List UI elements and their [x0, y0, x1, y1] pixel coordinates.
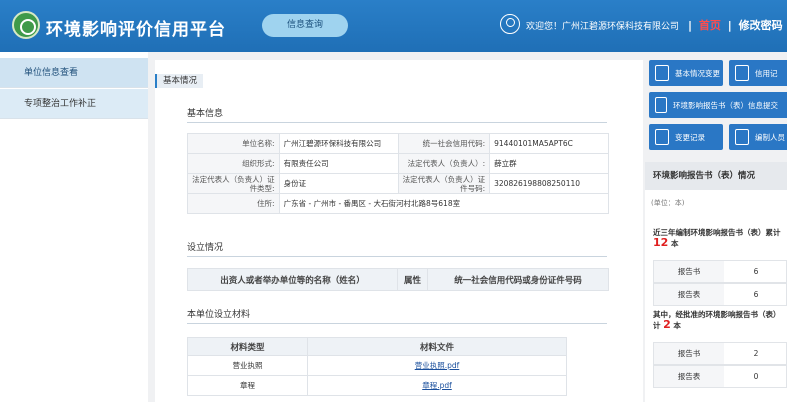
field-label: 单位名称: [187, 133, 280, 154]
materials-title: 本单位设立材料 [187, 310, 251, 320]
field-label: 法定代表人（负责人）证件号码: [397, 173, 491, 194]
field-label: 法定代表人（负责人）: [397, 153, 491, 174]
column-header: 属性 [397, 268, 428, 291]
approved-title: 其中，经批准的环境影响报告书（表） 计 2 本 [653, 310, 781, 331]
divider [187, 256, 607, 257]
stat-row: 报告书 6 [653, 260, 787, 283]
field-value: 广州江碧源环保科技有限公司 [278, 133, 399, 154]
field-value: 身份证 [278, 173, 399, 194]
field-label: 住所: [187, 193, 280, 214]
document-icon [655, 97, 667, 113]
change-record-button[interactable]: 变更记录 [649, 124, 723, 150]
field-value: 薛立群 [489, 153, 609, 174]
list-icon [655, 129, 669, 145]
field-value: 91440101MA5APT6C [489, 133, 609, 154]
table-row: 章程 章程.pdf [187, 375, 567, 396]
column-header: 出资人或者举办单位等的名称（姓名） [187, 268, 398, 291]
materials-table: 材料类型 材料文件 营业执照 营业执照.pdf 章程 章程.pdf [187, 337, 567, 396]
top-header: 环境影响评价信用平台 信息查询 欢迎您！广州江碧源环保科技有限公司 | 首页 |… [0, 0, 787, 52]
sidebar-item-rectification[interactable]: 专项整治工作补正 [0, 89, 148, 119]
sidebar: 单位信息查看 专项整治工作补正 [0, 52, 148, 402]
three-year-count: 12 [653, 236, 669, 249]
establishment-title: 设立情况 [187, 243, 224, 253]
investor-table: 出资人或者举办单位等的名称（姓名） 属性 统一社会信用代码或身份证件号码 [187, 268, 609, 291]
search-user-icon [735, 65, 749, 81]
material-type: 营业执照 [187, 355, 308, 376]
divider [187, 323, 607, 324]
approved-count: 2 [663, 318, 671, 331]
editor-staff-button[interactable]: 编制人员 [729, 124, 787, 150]
app-title: 环境影响评价信用平台 [46, 20, 226, 40]
file-link-license[interactable]: 营业执照.pdf [415, 361, 460, 370]
stat-row: 报告表 0 [653, 365, 787, 388]
basic-change-button[interactable]: 基本情况变更 [649, 60, 723, 86]
field-label: 法定代表人（负责人）证件类型: [187, 173, 280, 194]
table-row: 组织形式: 有限责任公司 法定代表人（负责人）: 薛立群 [187, 153, 609, 174]
table-row: 法定代表人（负责人）证件类型: 身份证 法定代表人（负责人）证件号码: 3208… [187, 173, 609, 194]
column-header: 材料类型 [187, 337, 308, 356]
report-submit-button[interactable]: 环境影响报告书（表）信息提交 [649, 92, 787, 118]
divider [187, 122, 607, 123]
main-panel: 基本情况 基本信息 单位名称: 广州江碧源环保科技有限公司 统一社会信用代码: … [155, 60, 643, 402]
user-avatar-icon [500, 14, 520, 34]
file-link-charter[interactable]: 章程.pdf [422, 381, 452, 390]
platform-logo-icon [12, 11, 40, 39]
info-query-button[interactable]: 信息查询 [262, 14, 348, 37]
header-nav: | 首页 | 修改密码 | 退 [688, 19, 783, 32]
stat-row: 报告书 2 [653, 342, 787, 365]
staff-icon [735, 129, 749, 145]
field-label: 组织形式: [187, 153, 280, 174]
field-label: 统一社会信用代码: [397, 133, 491, 154]
table-row: 单位名称: 广州江碧源环保科技有限公司 统一社会信用代码: 91440101MA… [187, 133, 609, 154]
stat-row: 报告表 6 [653, 283, 787, 306]
welcome-text: 欢迎您！广州江碧源环保科技有限公司 [526, 22, 680, 32]
sidebar-item-unit-info[interactable]: 单位信息查看 [0, 58, 148, 88]
unit-label: (单位：本) [651, 199, 685, 207]
three-year-title: 近三年编制环境影响报告书（表）累计 12 本 [653, 228, 781, 249]
report-summary-title: 环境影响报告书（表）情况 [645, 162, 787, 190]
basic-info-title: 基本信息 [187, 109, 224, 119]
table-header-row: 材料类型 材料文件 [187, 337, 567, 356]
report-summary-box: 环境影响报告书（表）情况 (单位：本) 近三年编制环境影响报告书（表）累计 12… [645, 162, 787, 402]
right-panel: 基本情况变更 信用记 环境影响报告书（表）信息提交 变更记录 编制人员 环境影响… [645, 52, 787, 402]
edit-icon [655, 65, 669, 81]
table-row: 住所: 广东省 - 广州市 - 番禺区 - 大石街河村北路8号618室 [187, 193, 610, 214]
column-header: 统一社会信用代码或身份证件号码 [427, 268, 609, 291]
table-row: 营业执照 营业执照.pdf [187, 355, 567, 376]
credit-record-button[interactable]: 信用记 [729, 60, 787, 86]
table-header-row: 出资人或者举办单位等的名称（姓名） 属性 统一社会信用代码或身份证件号码 [187, 268, 609, 291]
material-type: 章程 [187, 375, 308, 396]
home-link[interactable]: 首页 [699, 19, 721, 32]
field-value: 广东省 - 广州市 - 番禺区 - 大石街河村北路8号618室 [278, 193, 610, 214]
change-password-link[interactable]: 修改密码 [739, 19, 783, 32]
column-header: 材料文件 [307, 337, 567, 356]
basic-info-table: 单位名称: 广州江碧源环保科技有限公司 统一社会信用代码: 91440101MA… [187, 133, 610, 214]
field-value: 有限责任公司 [278, 153, 399, 174]
section-tab-basic[interactable]: 基本情况 [155, 74, 204, 88]
field-value: 320826198808250110 [489, 173, 609, 194]
